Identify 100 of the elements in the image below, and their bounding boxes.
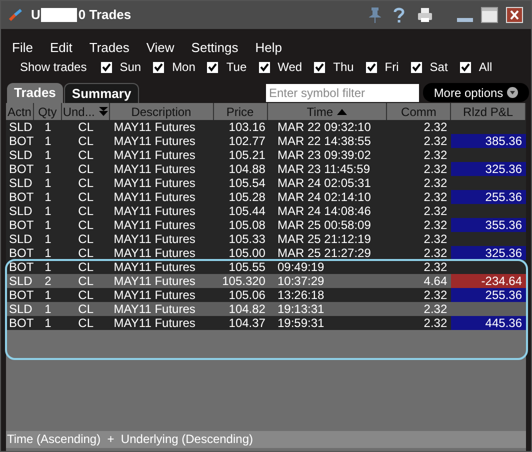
table-cell-text: 105.00 (228, 246, 266, 260)
table-cell-text: CL (77, 302, 95, 316)
table-cell-text: MAY11 Futures (112, 134, 196, 148)
table-cell-text: 105.320 (221, 274, 266, 288)
table-cell-text: 105.06 (228, 288, 266, 302)
checkbox[interactable] (366, 62, 377, 72)
table-cell-text: 2.32 (422, 162, 448, 176)
pnl-cell: 325.36 (451, 162, 526, 176)
table-cell-text: CL (77, 204, 95, 218)
pnl-cell: 355.36 (451, 218, 526, 232)
menu-item[interactable]: File (12, 38, 33, 57)
table-cell-text: 102.77 (228, 134, 266, 148)
pnl-cell: 385.36 (451, 134, 526, 148)
table-cell-text: BOT (8, 162, 34, 176)
tab[interactable]: Trades (7, 83, 63, 103)
table-cell-text: MAY11 Futures (112, 120, 196, 134)
tab[interactable]: Summary (64, 83, 140, 103)
table-cell-text: CL (77, 288, 95, 302)
table-cell-text: 2.32 (422, 176, 448, 190)
day-label: Tue (226, 59, 247, 76)
checkbox[interactable] (153, 62, 164, 72)
table-cell-text: SLD (8, 302, 34, 316)
table-cell-text: MAR 25 21:12:19 (276, 232, 372, 246)
table-cell-text: BOT (8, 260, 34, 274)
menu-item[interactable]: Help (255, 38, 282, 57)
more-options-button[interactable]: More options (423, 83, 529, 102)
table-cell-text: 1 (44, 232, 52, 246)
checkbox[interactable] (207, 62, 218, 72)
day-label: Wed (278, 59, 302, 76)
table-cell-text: 09:49:19 (276, 260, 326, 274)
table-cell-text: MAY11 Futures (112, 190, 196, 204)
table-cell-text: 19:59:31 (276, 316, 326, 330)
caret-icon (507, 87, 518, 98)
table-cell-text: SLD (8, 176, 34, 190)
table-cell-text: BOT (8, 316, 34, 330)
table-cell-text: MAY11 Futures (112, 204, 196, 218)
table-cell-text: SLD (8, 148, 34, 162)
table-cell-text: 104.82 (228, 302, 266, 316)
table-cell-text: MAR 24 02:14:10 (276, 190, 372, 204)
table-cell-text: 2.32 (422, 246, 448, 260)
pnl-cell: 445.36 (451, 316, 526, 330)
checkbox[interactable] (258, 62, 270, 72)
close-icon[interactable] (506, 7, 523, 23)
table-cell-text: BOT (8, 246, 34, 260)
table-cell-text: 105.54 (228, 176, 266, 190)
table-cell-text: 2.32 (422, 148, 448, 162)
table-cell-text: CL (77, 260, 95, 274)
table-cell-text: MAR 23 11:45:59 (276, 162, 371, 176)
menu-item[interactable]: Settings (191, 38, 238, 57)
table-cell-text: BOT (8, 190, 34, 204)
table-cell-text: 1 (44, 176, 52, 190)
printer-icon[interactable] (417, 7, 433, 23)
table-cell-text: MAY11 Futures (112, 302, 196, 316)
table-cell-text: 1 (44, 260, 52, 274)
pnl-cell: -234.64 (451, 274, 526, 288)
menu-item[interactable]: Trades (89, 38, 130, 57)
table-cell-text: CL (77, 232, 95, 246)
table-cell-text: 105.21 (228, 148, 266, 162)
checkbox[interactable] (314, 62, 326, 72)
table-cell-text: 2.32 (422, 288, 448, 302)
table-cell-text: 105.28 (228, 190, 266, 204)
table-cell-text: 1 (44, 190, 52, 204)
table-cell-text: CL (77, 120, 95, 134)
pin-icon[interactable] (369, 7, 381, 23)
day-label: Fri (384, 59, 399, 76)
table-cell-text: 105.44 (228, 204, 266, 218)
table-cell-text: 10:37:29 (276, 274, 326, 288)
table-cell-text: SLD (8, 274, 34, 288)
table-cell-text: 105.55 (228, 260, 266, 274)
table-cell-text: 2.32 (422, 134, 448, 148)
table-cell-text: CL (77, 246, 95, 260)
table-cell-text: 2.32 (422, 204, 448, 218)
table-cell-text: 103.16 (228, 120, 266, 134)
checkbox[interactable] (460, 62, 471, 72)
status-bar: Time (Ascending) + Underlying (Descending) (6, 431, 526, 448)
table-cell-text: MAY11 Futures (112, 274, 196, 288)
table-cell-text: SLD (8, 204, 34, 218)
table-cell-text: MAY11 Futures (112, 148, 196, 162)
table-cell-text: MAY11 Futures (112, 162, 196, 176)
table-cell-text: MAY11 Futures (112, 288, 196, 302)
menu-item[interactable]: Edit (50, 38, 72, 57)
table-cell-text: 2.32 (422, 260, 448, 274)
table-cell-text: 1 (44, 302, 52, 316)
help-icon[interactable] (393, 7, 405, 23)
search-field[interactable]: Enter symbol filter (266, 84, 419, 102)
menu-item[interactable]: View (146, 38, 174, 57)
table-cell-text: MAY11 Futures (112, 218, 196, 232)
table-cell-text: 104.88 (228, 162, 266, 176)
table-cell-text: CL (77, 134, 95, 148)
table-cell-text: 1 (44, 120, 52, 134)
table-cell-text: MAR 22 09:32:10 (276, 120, 372, 134)
day-label: All (478, 59, 492, 76)
table-cell-text: CL (77, 316, 95, 330)
checkbox[interactable] (100, 62, 112, 72)
table-cell-text: MAY11 Futures (112, 260, 196, 274)
table-cell-text: 2.32 (422, 190, 448, 204)
table-cell-text: SLD (8, 232, 34, 246)
table-cell-text: 2.32 (422, 302, 448, 316)
checkbox[interactable] (410, 62, 422, 72)
window-title: U 0 Trades (31, 6, 132, 24)
